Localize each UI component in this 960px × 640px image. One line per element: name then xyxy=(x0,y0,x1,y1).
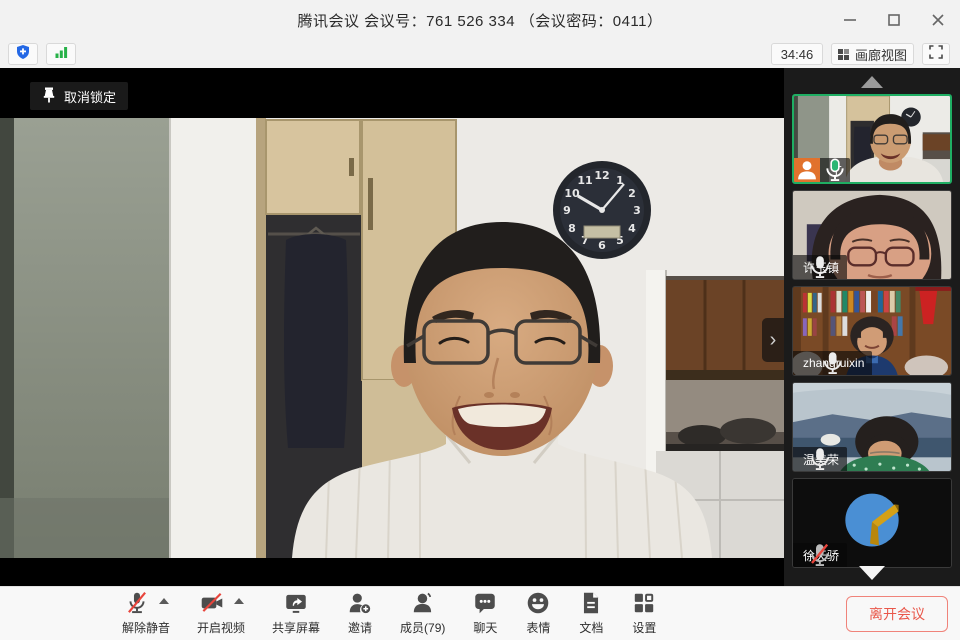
svg-text:11: 11 xyxy=(577,174,592,187)
settings-grid-icon xyxy=(631,590,657,619)
participant-video-1[interactable]: 丁 xyxy=(792,94,952,184)
signal-bars-icon xyxy=(53,44,69,65)
sidebar-collapse-handle[interactable]: › xyxy=(762,318,784,362)
participant-5-label: 徐天骄 xyxy=(793,543,847,567)
tool-label: 聊天 xyxy=(473,619,497,636)
unmute-button[interactable]: 解除静音 xyxy=(122,592,170,636)
gallery-view-button[interactable]: 画廊视图 xyxy=(831,43,914,65)
svg-text:3: 3 xyxy=(633,204,641,217)
participant-4-label: 温美荣 xyxy=(793,447,847,471)
minimize-button[interactable] xyxy=(828,0,872,40)
video-options-caret[interactable] xyxy=(234,598,244,604)
maximize-icon xyxy=(888,14,900,26)
scroll-up-button[interactable] xyxy=(861,76,883,88)
members-button[interactable]: 成员(79) xyxy=(400,592,445,636)
participants-sidebar: 丁 xyxy=(784,68,960,586)
svg-text:2: 2 xyxy=(628,187,636,200)
chevron-right-icon: › xyxy=(770,329,777,352)
window-controls xyxy=(828,0,960,40)
content-area: 12 1 2 3 4 5 6 7 8 9 10 11 xyxy=(0,68,960,586)
unlock-pin-button[interactable]: 取消锁定 xyxy=(30,82,128,110)
participant-video-5[interactable]: 徐天骄 xyxy=(792,478,952,568)
host-badge xyxy=(794,158,820,182)
minimize-icon xyxy=(844,14,856,26)
chat-icon xyxy=(472,590,498,619)
titlebar: 腾讯会议 会议号：761 526 334 （会议密码：0411） xyxy=(0,0,960,40)
emoji-button[interactable]: 表情 xyxy=(525,592,551,636)
emoji-icon xyxy=(525,590,551,619)
tool-label: 文档 xyxy=(579,619,603,636)
mic-options-caret[interactable] xyxy=(159,598,169,604)
scroll-down-button[interactable] xyxy=(859,566,885,580)
participant-video-3[interactable]: zhangruixin xyxy=(792,286,952,376)
shield-plus-icon xyxy=(15,44,31,65)
share-screen-button[interactable]: 共享屏幕 xyxy=(272,592,320,636)
participant-1-label: 丁 xyxy=(820,158,850,182)
chat-button[interactable]: 聊天 xyxy=(472,592,498,636)
bottom-toolbar: 解除静音 开启视频 xyxy=(0,586,960,640)
share-screen-icon xyxy=(283,590,309,619)
invite-icon xyxy=(347,590,373,619)
documents-button[interactable]: 文档 xyxy=(578,592,604,636)
fullscreen-corners-icon xyxy=(929,45,943,64)
settings-button[interactable]: 设置 xyxy=(631,592,657,636)
mic-muted-icon xyxy=(124,590,150,619)
window-title: 腾讯会议 会议号：761 526 334 （会议密码：0411） xyxy=(297,10,662,31)
tool-label: 表情 xyxy=(526,619,550,636)
pin-icon xyxy=(42,87,56,106)
members-icon xyxy=(410,590,436,619)
tool-label: 共享屏幕 xyxy=(272,619,320,636)
main-video-feed: 12 1 2 3 4 5 6 7 8 9 10 11 xyxy=(0,118,784,558)
info-bar: 34:46 画廊视图 xyxy=(0,40,960,68)
participant-video-2[interactable]: 许玉镇 xyxy=(792,190,952,280)
svg-text:6: 6 xyxy=(598,239,606,252)
main-video[interactable]: 12 1 2 3 4 5 6 7 8 9 10 11 xyxy=(0,68,784,586)
tool-label: 开启视频 xyxy=(197,619,245,636)
tencent-meeting-window: 腾讯会议 会议号：761 526 334 （会议密码：0411） xyxy=(0,0,960,640)
participant-3-label: zhangruixin xyxy=(793,351,872,375)
start-video-button[interactable]: 开启视频 xyxy=(197,592,245,636)
meeting-security-button[interactable] xyxy=(8,43,38,65)
close-icon xyxy=(932,14,944,26)
leave-meeting-button[interactable]: 离开会议 xyxy=(846,596,948,632)
tool-label: 设置 xyxy=(632,619,656,636)
svg-text:4: 4 xyxy=(628,222,636,235)
unlock-label: 取消锁定 xyxy=(64,87,116,106)
tool-label: 邀请 xyxy=(348,619,372,636)
tool-label: 成员(79) xyxy=(400,619,445,636)
camera-off-icon xyxy=(199,590,225,619)
close-button[interactable] xyxy=(916,0,960,40)
grid-icon xyxy=(838,49,849,60)
svg-text:9: 9 xyxy=(563,204,571,217)
tool-label: 解除静音 xyxy=(122,619,170,636)
invite-button[interactable]: 邀请 xyxy=(347,592,373,636)
gallery-view-label: 画廊视图 xyxy=(855,45,907,64)
network-status-button[interactable] xyxy=(46,43,76,65)
meeting-timer: 34:46 xyxy=(771,43,823,65)
svg-text:10: 10 xyxy=(564,187,580,200)
svg-text:8: 8 xyxy=(568,222,576,235)
participant-video-4[interactable]: 温美荣 xyxy=(792,382,952,472)
svg-text:12: 12 xyxy=(594,169,609,182)
document-icon xyxy=(578,590,604,619)
maximize-button[interactable] xyxy=(872,0,916,40)
participant-2-label: 许玉镇 xyxy=(793,255,847,279)
fullscreen-button[interactable] xyxy=(922,43,950,65)
